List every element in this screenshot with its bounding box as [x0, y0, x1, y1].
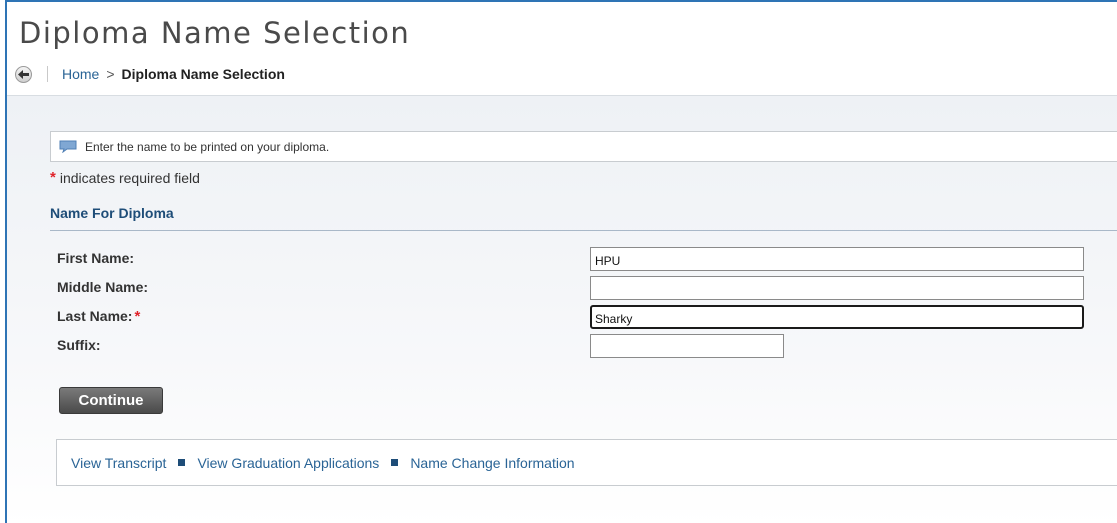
middle-name-field[interactable] — [590, 276, 1084, 300]
first-name-row: First Name: — [57, 247, 1097, 271]
square-bullet-icon — [178, 459, 186, 466]
square-bullet-icon — [391, 459, 399, 466]
last-name-label: Last Name: * — [57, 308, 140, 325]
first-name-field[interactable] — [590, 247, 1084, 271]
required-note-text: indicates required field — [59, 169, 200, 186]
suffix-field[interactable] — [590, 334, 784, 358]
page-frame: Diploma Name Selection Home > Diploma Na… — [5, 0, 1117, 523]
middle-name-label: Middle Name: — [57, 279, 149, 295]
breadcrumb-current: Diploma Name Selection — [121, 66, 285, 82]
back-arrow-icon — [18, 69, 29, 79]
back-button[interactable] — [15, 65, 32, 83]
middle-name-row: Middle Name: — [57, 276, 1097, 300]
breadcrumb: Home > Diploma Name Selection — [15, 63, 285, 85]
section-title: Name For Diploma — [50, 205, 174, 221]
speech-bubble-icon — [59, 140, 77, 153]
footer-links: View Transcript View Graduation Applicat… — [56, 439, 1117, 486]
last-name-row: Last Name: * — [57, 305, 1097, 329]
view-transcript-link[interactable]: View Transcript — [71, 455, 166, 471]
info-message-box: Enter the name to be printed on your dip… — [50, 131, 1117, 162]
last-name-field[interactable] — [590, 305, 1084, 329]
required-field-note: * indicates required field — [50, 169, 200, 186]
info-message: Enter the name to be printed on your dip… — [85, 139, 330, 154]
required-asterisk: * — [50, 169, 56, 186]
section-divider — [50, 230, 1117, 231]
continue-button[interactable]: Continue — [59, 387, 163, 414]
suffix-label: Suffix: — [57, 337, 101, 353]
breadcrumb-separator: > — [106, 66, 115, 82]
last-name-label-text: Last Name: — [57, 308, 133, 324]
page-title: Diploma Name Selection — [19, 16, 411, 50]
view-graduation-applications-link[interactable]: View Graduation Applications — [197, 455, 379, 471]
first-name-label: First Name: — [57, 250, 135, 266]
breadcrumb-home-link[interactable]: Home — [62, 66, 99, 82]
last-name-required-asterisk: * — [134, 308, 141, 325]
breadcrumb-divider — [47, 66, 48, 82]
main-content: Enter the name to be printed on your dip… — [7, 95, 1117, 523]
name-change-information-link[interactable]: Name Change Information — [410, 455, 574, 471]
suffix-row: Suffix: — [57, 334, 1097, 358]
